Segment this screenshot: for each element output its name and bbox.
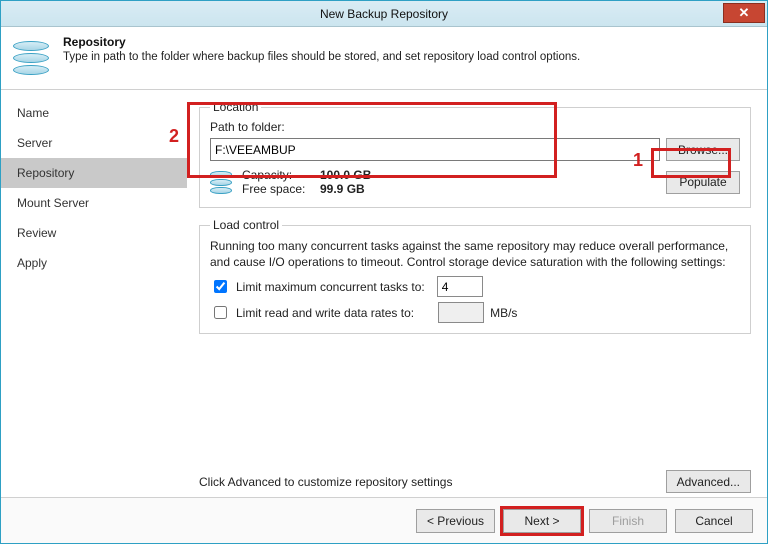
wizard-footer: < Previous Next > Finish Cancel: [1, 497, 767, 543]
close-button[interactable]: ✕: [723, 3, 765, 23]
step-mount-server[interactable]: Mount Server: [1, 188, 187, 218]
page-title: Repository: [63, 35, 580, 49]
disk-icon: [210, 167, 234, 197]
load-control-legend: Load control: [210, 218, 282, 232]
cancel-button[interactable]: Cancel: [675, 509, 753, 533]
limit-rates-checkbox[interactable]: [214, 306, 227, 319]
step-review[interactable]: Review: [1, 218, 187, 248]
load-control-desc: Running too many concurrent tasks agains…: [210, 238, 740, 270]
page-subtitle: Type in path to the folder where backup …: [63, 51, 580, 63]
wizard-content: Location Path to folder: Browse... Capac…: [187, 90, 767, 497]
advanced-button[interactable]: Advanced...: [666, 470, 751, 493]
step-server[interactable]: Server: [1, 128, 187, 158]
location-group: Location Path to folder: Browse... Capac…: [199, 100, 751, 208]
limit-rates-value: [438, 302, 484, 323]
wizard-header: Repository Type in path to the folder wh…: [1, 27, 767, 89]
free-space-value: 99.9 GB: [320, 182, 365, 196]
step-name[interactable]: Name: [1, 98, 187, 128]
repository-icon: [13, 37, 55, 79]
step-apply[interactable]: Apply: [1, 248, 187, 278]
limit-rates-label: Limit read and write data rates to:: [236, 306, 414, 320]
title-bar: New Backup Repository ✕: [1, 1, 767, 27]
next-button[interactable]: Next >: [503, 509, 581, 533]
wizard-steps: Name Server Repository Mount Server Revi…: [1, 90, 187, 497]
limit-tasks-checkbox[interactable]: [214, 280, 227, 293]
limit-tasks-label: Limit maximum concurrent tasks to:: [236, 280, 425, 294]
load-control-group: Load control Running too many concurrent…: [199, 218, 751, 334]
limit-rates-unit: MB/s: [490, 306, 517, 320]
capacity-value: 100.0 GB: [320, 168, 371, 182]
step-repository[interactable]: Repository: [1, 158, 187, 188]
window-title: New Backup Repository: [1, 7, 767, 21]
close-icon: ✕: [739, 5, 750, 21]
path-input[interactable]: [210, 138, 660, 161]
capacity-label: Capacity:: [242, 168, 312, 182]
location-legend: Location: [210, 100, 261, 114]
wizard-window: New Backup Repository ✕ Repository Type …: [0, 0, 768, 544]
finish-button: Finish: [589, 509, 667, 533]
limit-tasks-value[interactable]: [437, 276, 483, 297]
populate-button[interactable]: Populate: [666, 171, 740, 194]
previous-button[interactable]: < Previous: [416, 509, 495, 533]
path-label: Path to folder:: [210, 120, 740, 134]
free-space-label: Free space:: [242, 182, 312, 196]
browse-button[interactable]: Browse...: [666, 138, 740, 161]
advanced-hint: Click Advanced to customize repository s…: [199, 475, 452, 489]
